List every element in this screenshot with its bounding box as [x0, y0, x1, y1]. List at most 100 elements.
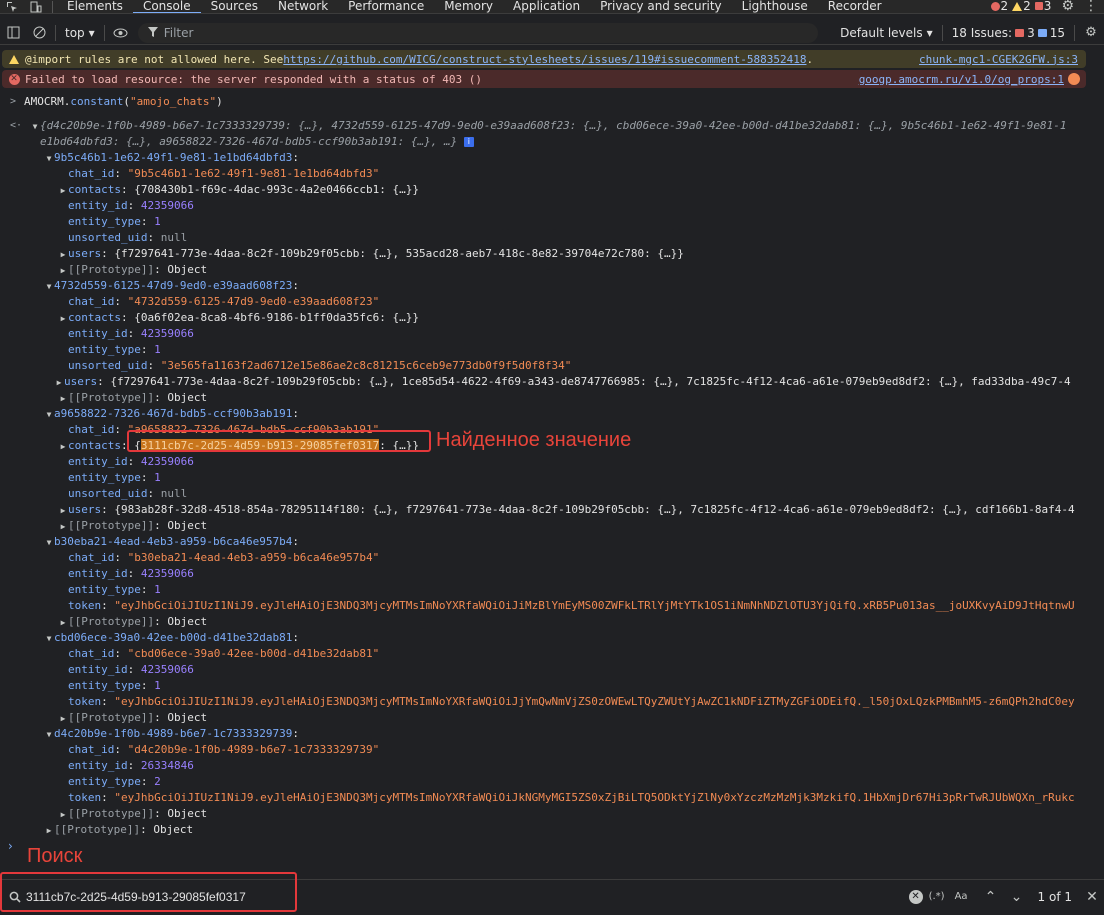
property-row-users[interactable]: ▶ users: {983ab28f-32d8-4518-854a-7829511… — [0, 502, 1094, 518]
tab-application[interactable]: Application — [503, 0, 590, 13]
live-expression-eye-icon[interactable] — [108, 21, 134, 45]
console-settings-gear-icon[interactable]: ⚙ — [1078, 21, 1104, 45]
prototype-value: Object — [167, 711, 208, 724]
more-options-icon[interactable]: ⋮ — [1084, 0, 1098, 13]
tab-sources[interactable]: Sources — [201, 0, 268, 13]
property-row-contacts[interactable]: ▶ contacts: {0a6f02ea-8ca8-4bf6-9186-b1ff… — [0, 310, 1094, 326]
prototype-value: Object — [167, 519, 208, 532]
expand-triangle-icon[interactable]: ▶ — [58, 247, 68, 262]
found-value-highlight-box — [127, 430, 431, 452]
property-value: {f7297641-773e-4daa-8c2f-109b29f05cbb: {… — [114, 247, 684, 260]
property-value: null — [160, 487, 188, 500]
property-row-contacts[interactable]: ▶ contacts: {708430b1-f69c-4dac-993c-4a2e… — [0, 182, 1094, 198]
issue-icon — [1034, 2, 1043, 10]
command-line: > AMOCRM.constant("amojo_chats") — [10, 95, 223, 108]
prototype-row[interactable]: ▶ [[Prototype]]: Object — [0, 390, 1094, 406]
property-row-users[interactable]: ▶ users: {f7297641-773e-4daa-8c2f-109b29f… — [0, 246, 1094, 262]
prototype-row[interactable]: ▶ [[Prototype]]: Object — [0, 710, 1094, 726]
expand-triangle-icon[interactable]: ▶ — [58, 615, 68, 630]
tab-recorder[interactable]: Recorder — [818, 0, 892, 13]
property-key: users — [68, 503, 102, 516]
expand-triangle-icon[interactable]: ▶ — [54, 375, 64, 390]
result-summary-line-2: e1bd64dbfd3: {…}, a9658822-7326-467d-bdb… — [0, 134, 1094, 150]
property-value: 1 — [154, 583, 161, 596]
issues-button[interactable]: 18 Issues: 3 15 — [946, 26, 1071, 40]
result-arrow-icon: <· — [10, 120, 23, 131]
chat-key: 4732d559-6125-47d9-9ed0-e39aad608f23 — [54, 279, 293, 292]
prototype-row[interactable]: ▶ [[Prototype]]: Object — [0, 806, 1094, 822]
warning-source-link[interactable]: chunk-mgc1-CGEK2GFW.js:3 — [919, 53, 1086, 66]
tab-elements[interactable]: Elements — [57, 0, 133, 13]
result-summary-line[interactable]: <· ▼ {d4c20b9e-1f0b-4989-b6e7-1c733332973… — [0, 118, 1094, 134]
console-toolbar: top ▾ Filter Default levels ▾ 18 Issues:… — [0, 21, 1104, 45]
result-summary-text: {d4c20b9e-1f0b-4989-b6e7-1c7333329739: {… — [40, 119, 1067, 132]
clear-search-icon[interactable]: ✕ — [908, 889, 923, 904]
root-prototype-row[interactable]: ▶ [[Prototype]]: Object — [0, 822, 1094, 838]
chat-entry[interactable]: ▼ a9658822-7326-467d-bdb5-ccf90b3ab191: — [0, 406, 1094, 422]
expand-triangle-icon[interactable]: ▼ — [44, 631, 54, 646]
info-icon[interactable]: i — [463, 137, 474, 147]
filter-input[interactable]: Filter — [137, 22, 818, 43]
tab-lighthouse[interactable]: Lighthouse — [732, 0, 818, 13]
network-request-icon[interactable] — [1068, 73, 1080, 85]
sidebar-toggle-icon[interactable] — [0, 21, 26, 45]
expand-triangle-icon[interactable]: ▶ — [58, 519, 68, 534]
prototype-row[interactable]: ▶ [[Prototype]]: Object — [0, 518, 1094, 534]
tab-performance[interactable]: Performance — [338, 0, 434, 13]
expand-triangle-icon[interactable]: ▶ — [58, 711, 68, 726]
tab-memory[interactable]: Memory — [434, 0, 503, 13]
chat-entry[interactable]: ▼ 9b5c46b1-1e62-49f1-9e81-1e1bd64dbfd3: — [0, 150, 1094, 166]
previous-match-icon[interactable]: ⌃ — [978, 889, 1004, 905]
next-match-icon[interactable]: ⌄ — [1004, 889, 1030, 905]
chat-entry[interactable]: ▼ b30eba21-4ead-4eb3-a959-b6ca46e957b4: — [0, 534, 1094, 550]
property-row-users[interactable]: ▶ users: {f7297641-773e-4daa-8c2f-109b29f… — [0, 374, 1094, 390]
device-toolbar-icon[interactable] — [24, 0, 48, 13]
tab-network[interactable]: Network — [268, 0, 338, 13]
expand-triangle-icon[interactable]: ▶ — [44, 823, 54, 838]
tab-console[interactable]: Console — [132, 0, 201, 13]
expand-triangle-icon[interactable]: ▶ — [58, 263, 68, 278]
toolbar-divider — [941, 24, 943, 41]
expand-triangle-icon[interactable]: ▼ — [44, 535, 54, 550]
chat-entry[interactable]: ▼ 4732d559-6125-47d9-9ed0-e39aad608f23: — [0, 278, 1094, 294]
context-selector[interactable]: top ▾ — [59, 26, 101, 40]
prototype-row[interactable]: ▶ [[Prototype]]: Object — [0, 262, 1094, 278]
expand-triangle-icon[interactable]: ▶ — [58, 807, 68, 822]
console-warning-message: @import rules are not allowed here. See … — [2, 50, 1086, 68]
expand-triangle-icon[interactable]: ▶ — [58, 391, 68, 406]
regex-toggle[interactable]: (.*) — [929, 891, 945, 902]
tab-privacy-security[interactable]: Privacy and security — [590, 0, 732, 13]
settings-gear-icon[interactable]: ⚙ — [1061, 0, 1074, 13]
expand-triangle-icon[interactable]: ▶ — [58, 311, 68, 326]
expand-triangle-icon[interactable]: ▶ — [58, 183, 68, 198]
chat-entry[interactable]: ▼ cbd06ece-39a0-42ee-b00d-d41be32dab81: — [0, 630, 1094, 646]
error-source-link[interactable]: googp.amocrm.ru/v1.0/og_props:1 — [859, 73, 1068, 86]
error-icon: ✕ — [8, 73, 20, 85]
expand-triangle-icon[interactable]: ▼ — [44, 727, 54, 742]
clear-console-icon[interactable] — [26, 21, 52, 45]
expand-triangle-icon[interactable]: ▼ — [44, 279, 54, 294]
warning-link[interactable]: https://github.com/WICG/construct-styles… — [283, 53, 806, 66]
property-key: entity_id — [68, 327, 128, 340]
property-value: 1 — [154, 679, 161, 692]
chat-entry[interactable]: ▼ d4c20b9e-1f0b-4989-b6e7-1c7333329739: — [0, 726, 1094, 742]
expand-triangle-icon[interactable]: ▶ — [58, 439, 68, 454]
match-case-toggle[interactable]: Aa — [955, 891, 968, 902]
expand-triangle-icon[interactable]: ▼ — [44, 407, 54, 422]
expand-triangle-icon[interactable]: ▼ — [30, 119, 40, 134]
expand-triangle-icon[interactable]: ▼ — [44, 151, 54, 166]
property-row-token: token: "eyJhbGciOiJIUzI1NiJ9.eyJleHAiOjE… — [68, 695, 1075, 708]
error-count-badge[interactable]: 2 — [990, 0, 1008, 12]
console-prompt-icon[interactable]: › — [8, 839, 13, 853]
property-row-unsorted-uid: unsorted_uid: "3e565fa1163f2ad6712e15e86… — [68, 359, 572, 372]
property-value: "d4c20b9e-1f0b-4989-b6e7-1c7333329739" — [127, 743, 380, 756]
warning-count-badge[interactable]: 2 — [1012, 0, 1031, 12]
property-key: token — [68, 695, 102, 708]
log-levels-dropdown[interactable]: Default levels ▾ — [840, 26, 938, 40]
prototype-row[interactable]: ▶ [[Prototype]]: Object — [0, 614, 1094, 630]
close-search-icon[interactable]: ✕ — [1080, 889, 1104, 905]
inspect-element-icon[interactable] — [0, 0, 24, 13]
property-value: "3e565fa1163f2ad6712e15e86ae2c8c81215c6c… — [160, 359, 572, 372]
issue-count-badge[interactable]: 3 — [1034, 0, 1051, 12]
expand-triangle-icon[interactable]: ▶ — [58, 503, 68, 518]
